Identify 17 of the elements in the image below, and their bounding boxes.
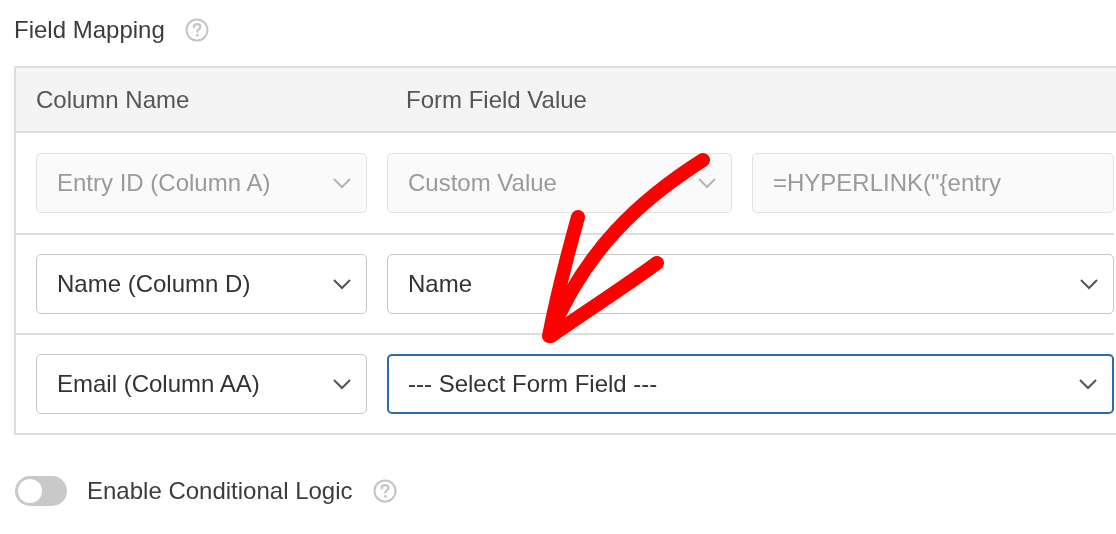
- help-icon[interactable]: [372, 479, 397, 503]
- toggle-switch[interactable]: [15, 476, 67, 506]
- select-field[interactable]: --- Select Form Field ---: [387, 354, 1114, 414]
- column-header: Form Field Value: [406, 85, 588, 114]
- chevron-icon: [1079, 278, 1099, 290]
- select-field[interactable]: Name: [387, 254, 1114, 314]
- help-icon[interactable]: [184, 18, 209, 42]
- toggle-label: Enable Conditional Logic: [87, 477, 353, 505]
- chevron-icon: [1078, 378, 1098, 390]
- column-header: Column Name: [36, 85, 191, 114]
- select-field[interactable]: Name (Column D): [36, 254, 367, 314]
- chevron-icon: [332, 177, 352, 189]
- chevron-icon: [332, 278, 352, 290]
- select-field[interactable]: Email (Column AA): [36, 354, 367, 414]
- chevron-icon: [697, 177, 717, 189]
- section-title: Field Mapping: [14, 16, 165, 44]
- chevron-icon: [332, 378, 352, 390]
